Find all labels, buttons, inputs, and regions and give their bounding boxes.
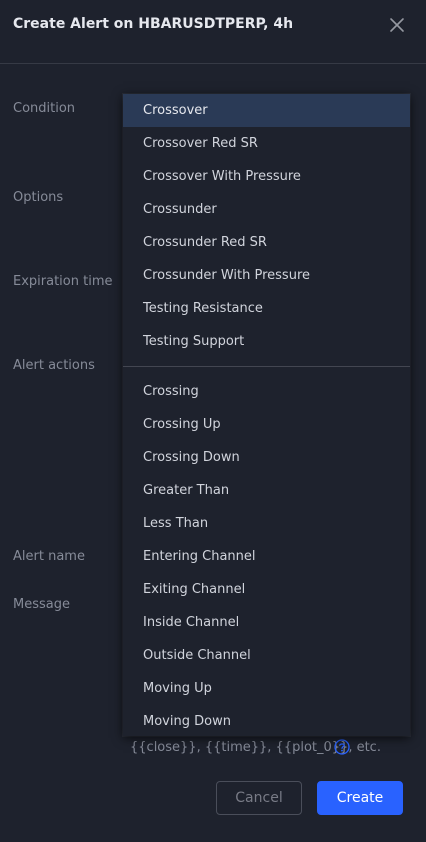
alert-name-label: Alert name: [13, 549, 85, 564]
condition-option[interactable]: Moving Up: [123, 672, 410, 705]
create-alert-dialog: Create Alert on HBARUSDTPERP, 4h Conditi…: [0, 0, 426, 842]
condition-option[interactable]: Entering Channel: [123, 540, 410, 573]
condition-option[interactable]: Crossing Down: [123, 441, 410, 474]
dialog-title: Create Alert on HBARUSDTPERP, 4h: [13, 16, 294, 32]
condition-option[interactable]: Crossing Up: [123, 408, 410, 441]
expiration-time-label: Expiration time: [13, 274, 113, 289]
message-label: Message: [13, 597, 70, 612]
condition-option[interactable]: Moving Down: [123, 705, 410, 736]
condition-option[interactable]: Testing Support: [123, 325, 410, 358]
alert-actions-label: Alert actions: [13, 358, 95, 373]
condition-option[interactable]: Outside Channel: [123, 639, 410, 672]
condition-option[interactable]: Crossover: [123, 94, 410, 127]
condition-option[interactable]: Crossunder Red SR: [123, 226, 410, 259]
menu-divider: [123, 366, 410, 367]
create-button[interactable]: Create: [317, 781, 403, 815]
close-icon[interactable]: [386, 14, 408, 36]
cancel-button[interactable]: Cancel: [216, 781, 302, 815]
condition-option[interactable]: Crossover With Pressure: [123, 160, 410, 193]
help-icon[interactable]: [334, 739, 350, 755]
condition-dropdown-menu[interactable]: Crossover Crossover Red SR Crossover With …: [123, 94, 410, 736]
condition-option[interactable]: Crossing: [123, 375, 410, 408]
condition-option[interactable]: Inside Channel: [123, 606, 410, 639]
condition-option[interactable]: Exiting Channel: [123, 573, 410, 606]
dialog-header: Create Alert on HBARUSDTPERP, 4h: [0, 0, 426, 64]
condition-option[interactable]: Greater Than: [123, 474, 410, 507]
condition-option[interactable]: Testing Resistance: [123, 292, 410, 325]
condition-option[interactable]: Crossunder With Pressure: [123, 259, 410, 292]
condition-option[interactable]: Less Than: [123, 507, 410, 540]
condition-option[interactable]: Crossover Red SR: [123, 127, 410, 160]
options-label: Options: [13, 190, 64, 205]
condition-option[interactable]: Crossunder: [123, 193, 410, 226]
condition-label: Condition: [13, 101, 76, 116]
